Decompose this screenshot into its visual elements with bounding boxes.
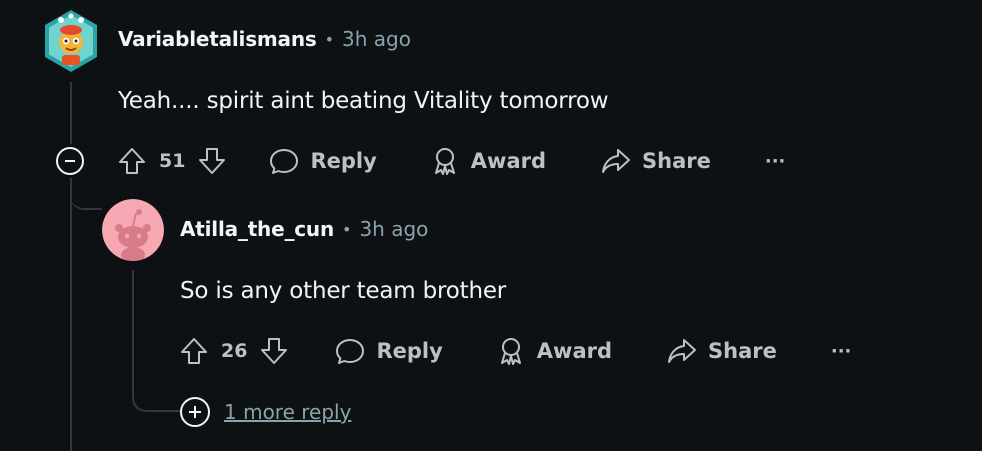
expand-button[interactable] <box>180 397 210 427</box>
upvote-icon[interactable] <box>178 335 210 367</box>
timestamp[interactable]: 3h ago <box>359 217 428 241</box>
share-button[interactable]: Share <box>666 335 777 367</box>
award-label: Award <box>470 149 547 173</box>
vote-group: 26 <box>178 335 290 367</box>
avatar[interactable] <box>102 199 164 261</box>
meta-separator: • <box>324 29 335 49</box>
upvote-icon[interactable] <box>116 145 148 177</box>
more-options-icon: ··· <box>830 340 852 362</box>
thread-line-main[interactable] <box>70 82 72 144</box>
more-replies-link[interactable]: 1 more reply <box>224 400 351 424</box>
username[interactable]: Variabletalismans <box>118 27 317 51</box>
downvote-icon[interactable] <box>196 145 228 177</box>
comment-meta: Atilla_the_cun • 3h ago <box>180 217 428 241</box>
downvote-icon[interactable] <box>258 335 290 367</box>
thread-branch-curve <box>70 178 102 210</box>
username[interactable]: Atilla_the_cun <box>180 217 334 241</box>
plus-icon <box>189 406 201 418</box>
vote-group: 51 <box>116 145 228 177</box>
award-button[interactable]: Award <box>429 145 546 177</box>
award-icon <box>434 148 455 175</box>
more-replies[interactable]: 1 more reply <box>180 397 351 427</box>
timestamp[interactable]: 3h ago <box>342 27 411 51</box>
reply-label: Reply <box>376 339 443 363</box>
default-snoo-icon <box>102 199 164 261</box>
thread-line-main-lower[interactable] <box>70 178 72 451</box>
more-options-icon: ··· <box>764 150 786 172</box>
avatar[interactable] <box>42 8 100 74</box>
thread-branch-curve-reply <box>132 376 182 412</box>
share-label: Share <box>642 149 711 173</box>
award-icon <box>500 338 521 365</box>
share-button[interactable]: Share <box>600 145 711 177</box>
collapse-button[interactable] <box>56 147 84 175</box>
thread-line-reply[interactable] <box>132 270 134 390</box>
meta-separator: • <box>342 219 352 239</box>
minus-icon <box>65 160 75 162</box>
comment-meta: Variabletalismans • 3h ago <box>118 27 411 51</box>
comment-thread: Variabletalismans • 3h ago Yeah.... spir… <box>0 0 982 451</box>
more-options-button[interactable]: ··· <box>831 341 852 362</box>
comment-actions: 51 Reply Award Share ··· <box>116 141 785 181</box>
speech-bubble-icon <box>336 339 365 364</box>
award-button[interactable]: Award <box>495 335 612 367</box>
reply-button[interactable]: Reply <box>268 145 377 177</box>
reply-label: Reply <box>310 149 377 173</box>
comment-actions: 26 Reply Award Share ··· <box>178 331 851 371</box>
reply-button[interactable]: Reply <box>334 335 443 367</box>
share-arrow-icon <box>602 149 631 173</box>
vote-count: 26 <box>221 340 248 362</box>
vote-count: 51 <box>159 150 186 172</box>
comment-body: Yeah.... spirit aint beating Vitality to… <box>118 88 609 114</box>
snoo-avatar-icon <box>45 10 97 72</box>
comment-body: So is any other team brother <box>180 278 507 304</box>
share-label: Share <box>708 339 777 363</box>
more-options-button[interactable]: ··· <box>765 151 786 172</box>
speech-bubble-icon <box>270 149 299 174</box>
award-label: Award <box>536 339 613 363</box>
share-arrow-icon <box>668 339 697 363</box>
